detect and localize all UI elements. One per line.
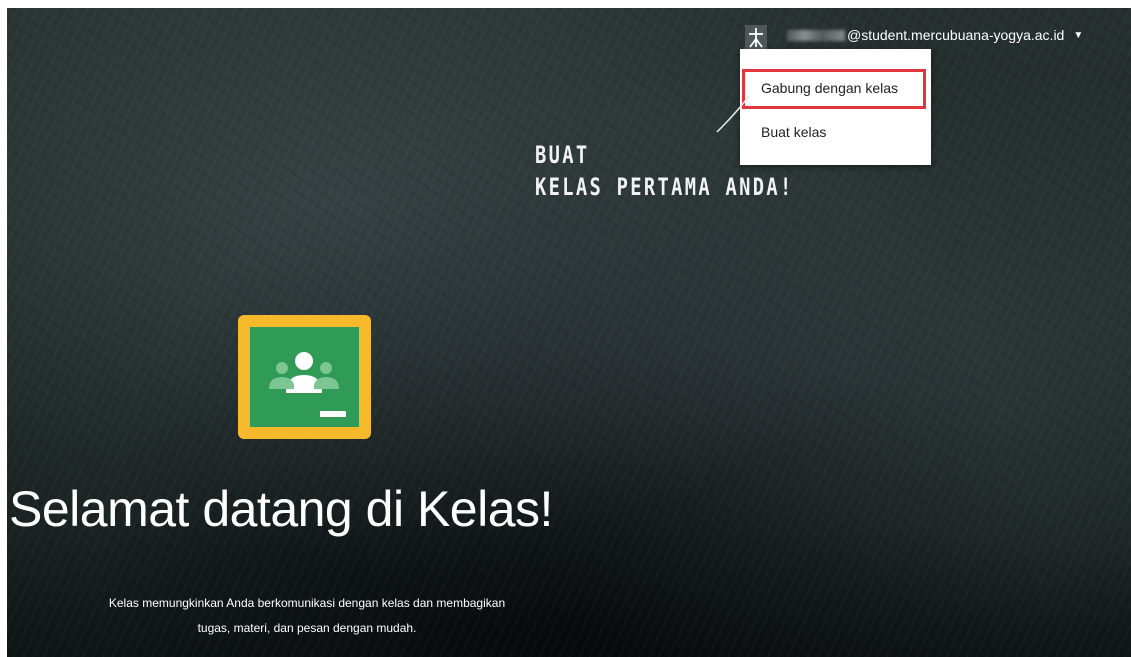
- classroom-welcome-screen: @student.mercubuana-yogya.ac.id ▼ Gabung…: [7, 8, 1131, 657]
- account-switcher[interactable]: @student.mercubuana-yogya.ac.id ▼: [787, 22, 1083, 48]
- chalk-annotation-line-1: Buat: [535, 141, 590, 169]
- google-classroom-logo: [238, 315, 371, 439]
- welcome-description-line-1: Kelas memungkinkan Anda berkomunikasi de…: [108, 596, 506, 610]
- person-apps-icon[interactable]: [741, 22, 771, 52]
- welcome-description-line-2: tugas, materi, dan pesan dengan mudah.: [197, 621, 417, 635]
- chalk-annotation: Buat kelas pertama Anda!: [535, 139, 794, 203]
- join-class-label: Gabung dengan kelas: [761, 80, 898, 96]
- chalk-pointer-line: [716, 95, 750, 133]
- chalk-annotation-line-2: kelas pertama Anda!: [535, 173, 794, 201]
- account-email: @student.mercubuana-yogya.ac.id: [847, 27, 1065, 43]
- join-class-menu-item[interactable]: Gabung dengan kelas: [740, 73, 931, 103]
- create-class-label: Buat kelas: [761, 124, 827, 140]
- welcome-title: Selamat datang di Kelas!: [9, 481, 553, 537]
- welcome-description: Kelas memungkinkan Anda berkomunikasi de…: [47, 591, 567, 641]
- redacted-username: [787, 29, 845, 41]
- people-icon: [269, 352, 346, 417]
- classroom-board: [250, 327, 359, 427]
- caret-down-icon: ▼: [1073, 29, 1084, 41]
